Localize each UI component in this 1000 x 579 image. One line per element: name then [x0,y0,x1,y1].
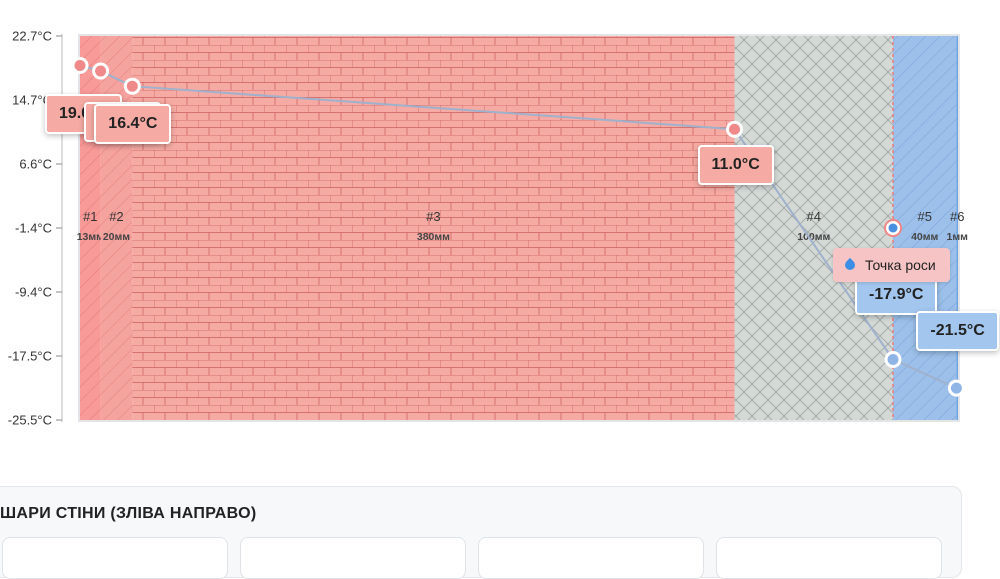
layer-number: #4 [807,209,821,224]
layer-hatch [893,36,957,420]
layer-number: #5 [917,209,931,224]
water-drop-icon [842,257,858,273]
layer-card-3[interactable] [478,537,704,579]
y-tick-label: -25.5°C [8,413,52,428]
layer-number: #6 [950,209,964,224]
temperature-point [71,56,89,74]
layer-thickness: 40мм [911,231,938,243]
layer-number: #3 [426,209,440,224]
temperature-label: 16.4°C [94,104,172,145]
layer-thickness: 13мм [77,231,104,243]
y-tick-label: -17.5°C [8,349,52,364]
temperature-point [123,77,141,95]
layer-thickness: 1мм [947,231,969,243]
layer-number: #2 [109,209,123,224]
layers-section-title: ШАРИ СТІНИ (ЗЛІВА НАПРАВО) [0,505,257,522]
dew-point-marker-core [888,223,898,233]
dew-point-text: Точка роси [865,257,936,273]
layer-thickness: 20мм [103,231,130,243]
layer-card-2[interactable] [240,537,466,579]
layer-card-4[interactable] [716,537,942,579]
temperature-point [884,350,902,368]
y-tick-label: 6.6°C [19,157,52,172]
temperature-point [947,379,965,397]
layer-hatch [734,36,894,420]
y-tick-label: 22.7°C [12,29,52,44]
layer-card-1[interactable] [2,537,228,579]
temperature-label: 11.0°C [697,145,774,186]
dew-point-label: Точка роси [833,248,950,282]
layer-thickness: 100мм [797,231,830,243]
layer-band [956,36,958,420]
temperature-point [726,120,744,138]
layer-number: #1 [83,209,97,224]
layer-thickness: 380мм [417,231,450,243]
chart-svg: #1 13мм #2 20мм #3 380мм #4 100мм #5 40мм #6 1мм 22… [8,29,969,428]
y-tick-label: -1.4°C [15,221,52,236]
temperature-chart: #1 13мм #2 20мм #3 380мм #4 100мм #5 40мм #6 1мм 22… [0,0,1000,440]
temperature-point [92,62,110,80]
y-tick-label: -9.4°C [15,285,52,300]
temperature-label: -21.5°C [916,311,999,352]
